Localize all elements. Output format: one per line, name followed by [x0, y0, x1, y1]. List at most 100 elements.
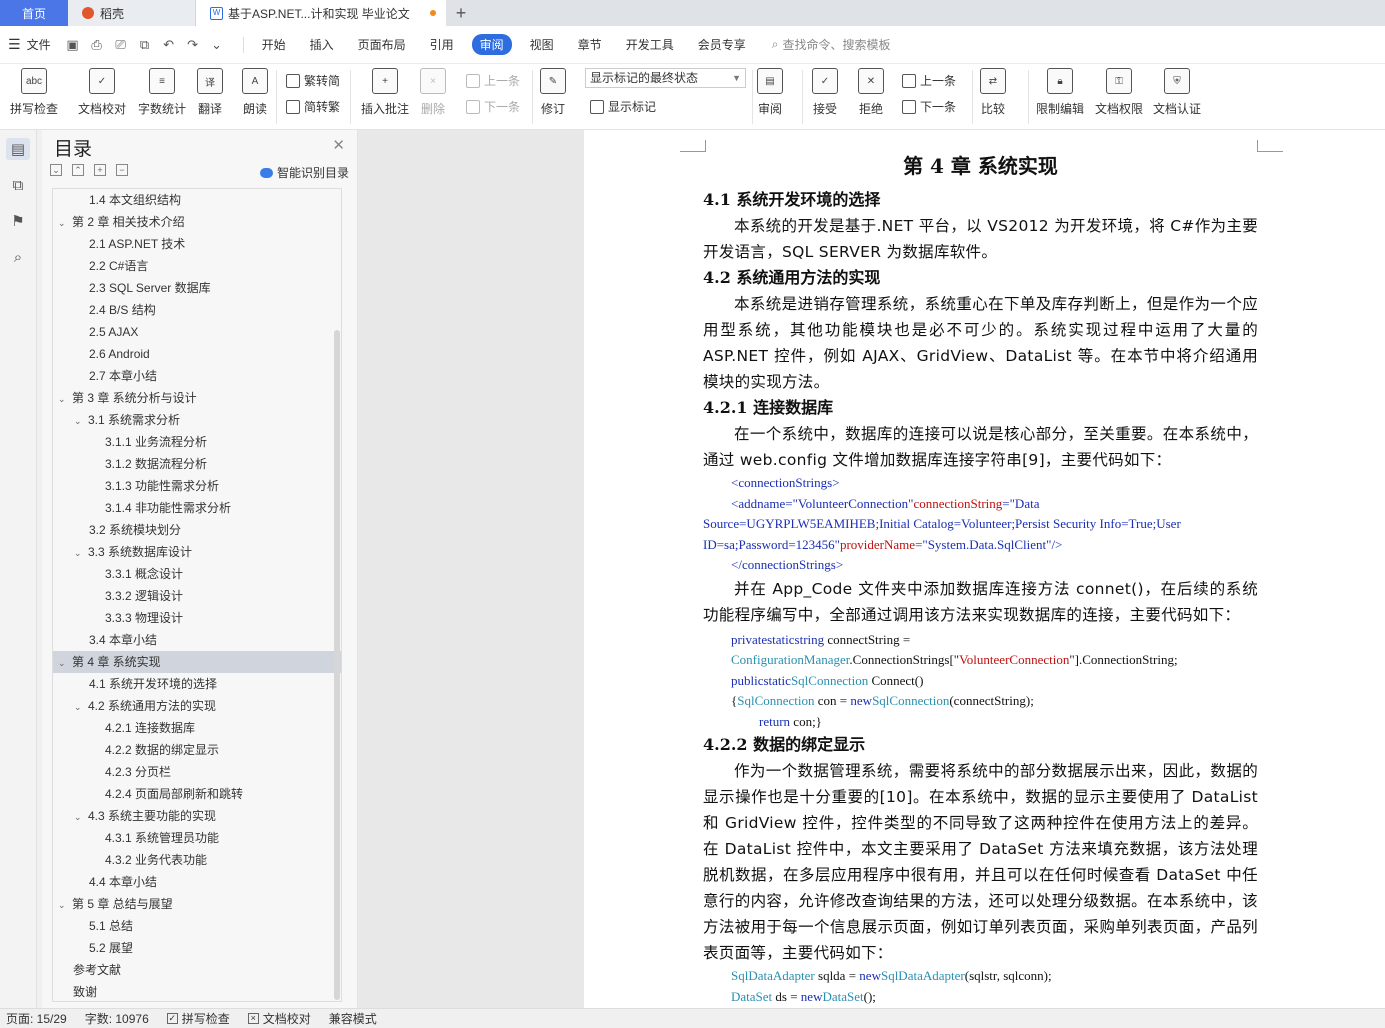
chevron-down-icon[interactable]: ⌄	[74, 806, 88, 828]
next-comment-button[interactable]: 下一条	[466, 98, 520, 115]
status-spell-check[interactable]: ✓ 拼写检查	[166, 1010, 230, 1027]
collapse-all-icon[interactable]: ⌃	[72, 164, 84, 176]
toc-item[interactable]: 3.1.3 功能性需求分析	[53, 475, 341, 497]
toc-item[interactable]: 3.3.1 概念设计	[53, 563, 341, 585]
chevron-down-icon[interactable]: ⌄	[58, 212, 72, 234]
status-doc-proof[interactable]: × 文档校对	[247, 1010, 311, 1027]
chevron-down-icon[interactable]: ⌄	[58, 894, 72, 916]
command-search[interactable]: ⌕ 查找命令、搜索模板	[772, 36, 891, 53]
spell-check-button[interactable]: abc 拼写检查	[10, 68, 58, 117]
search-icon[interactable]: ⌕	[6, 246, 30, 268]
simp-to-trad-button[interactable]: 简转繁	[286, 98, 340, 115]
toc-item[interactable]: 2.2 C#语言	[53, 255, 341, 277]
next-change-button[interactable]: 下一条	[902, 98, 956, 115]
add-heading-icon[interactable]: +	[94, 164, 106, 176]
toc-icon[interactable]: ▤	[6, 138, 30, 160]
menu-references[interactable]: 引用	[430, 36, 454, 53]
toc-item[interactable]: 致谢	[53, 981, 341, 1001]
toc-item[interactable]: 4.2.2 数据的绑定显示	[53, 739, 341, 761]
toc-item[interactable]: 3.1.4 非功能性需求分析	[53, 497, 341, 519]
doc-permission-button[interactable]: ⚿ 文档权限	[1095, 68, 1143, 117]
chevron-down-icon[interactable]: ⌄	[58, 652, 72, 674]
toc-item[interactable]: 1.4 本文组织结构	[53, 189, 341, 211]
tab-document[interactable]: W 基于ASP.NET...计和实现 毕业论文	[196, 0, 446, 26]
file-menu[interactable]: ☰ 文件	[8, 36, 51, 53]
markup-state-select[interactable]: 显示标记的最终状态 ▼	[585, 68, 746, 88]
doc-cert-button[interactable]: ⛨ 文档认证	[1153, 68, 1201, 117]
toc-item[interactable]: 2.1 ASP.NET 技术	[53, 233, 341, 255]
document-body[interactable]: 第 4 章 系统实现 4.1 系统开发环境的选择 本系统的开发是基于.NET 平…	[703, 148, 1258, 1007]
word-count-indicator[interactable]: 字数: 10976	[85, 1010, 149, 1027]
toc-item[interactable]: 参考文献	[53, 959, 341, 981]
tab-home[interactable]: 首页	[0, 0, 68, 26]
track-changes-button[interactable]: ✎ 修订	[540, 68, 566, 117]
toc-item[interactable]: ⌄ 第 3 章 系统分析与设计	[53, 387, 341, 409]
doc-proof-button[interactable]: ✓ 文档校对	[78, 68, 126, 117]
toc-item[interactable]: ⌄ 第 2 章 相关技术介绍	[53, 211, 341, 233]
toc-item[interactable]: ⌄ 第 4 章 系统实现	[53, 651, 341, 673]
menu-insert[interactable]: 插入	[310, 36, 334, 53]
toc-item[interactable]: 2.4 B/S 结构	[53, 299, 341, 321]
print-icon[interactable]: ⎚	[113, 37, 129, 53]
toc-item[interactable]: 5.1 总结	[53, 915, 341, 937]
document-page[interactable]: 第 4 章 系统实现 4.1 系统开发环境的选择 本系统的开发是基于.NET 平…	[584, 130, 1385, 1008]
redo-icon[interactable]: ↷	[185, 37, 201, 53]
toc-item[interactable]: 2.3 SQL Server 数据库	[53, 277, 341, 299]
save-icon[interactable]: ▣	[65, 37, 81, 53]
chevron-down-icon[interactable]: ⌄	[58, 388, 72, 410]
review-pane-button[interactable]: ▤ 审阅	[757, 68, 783, 117]
preview-icon[interactable]: ⧉	[137, 37, 153, 53]
restrict-editing-button[interactable]: 🔒︎ 限制编辑	[1036, 68, 1084, 117]
new-tab-button[interactable]: +	[446, 0, 476, 26]
show-markup-button[interactable]: 显示标记	[590, 98, 656, 115]
toc-item[interactable]: 4.3.1 系统管理员功能	[53, 827, 341, 849]
trad-to-simp-button[interactable]: 繁转简	[286, 72, 340, 89]
toc-item[interactable]: 4.1 系统开发环境的选择	[53, 673, 341, 695]
toc-item[interactable]: 5.2 展望	[53, 937, 341, 959]
smart-toc-button[interactable]: 智能识别目录	[259, 164, 349, 181]
toc-item[interactable]: 4.4 本章小结	[53, 871, 341, 893]
accept-button[interactable]: ✓ 接受	[812, 68, 838, 117]
menu-section[interactable]: 章节	[578, 36, 602, 53]
toc-item[interactable]: ⌄ 3.3 系统数据库设计	[53, 541, 341, 563]
prev-change-button[interactable]: 上一条	[902, 72, 956, 89]
toc-item[interactable]: 2.5 AJAX	[53, 321, 341, 343]
word-count-button[interactable]: ≡ 字数统计	[138, 68, 186, 117]
chevron-down-icon[interactable]: ⌄	[74, 542, 88, 564]
undo-icon[interactable]: ↶	[161, 37, 177, 53]
menu-review[interactable]: 审阅	[471, 34, 512, 55]
print-preview-icon[interactable]: ⎙	[89, 37, 105, 53]
close-icon[interactable]: ✕	[332, 136, 345, 154]
page-indicator[interactable]: 页面: 15/29	[6, 1010, 67, 1027]
toc-item[interactable]: 3.1.2 数据流程分析	[53, 453, 341, 475]
toc-item[interactable]: ⌄ 4.3 系统主要功能的实现	[53, 805, 341, 827]
toc-item[interactable]: 3.3.2 逻辑设计	[53, 585, 341, 607]
toc-item[interactable]: ⌄ 第 5 章 总结与展望	[53, 893, 341, 915]
menu-member[interactable]: 会员专享	[698, 36, 746, 53]
insert-comment-button[interactable]: + 插入批注	[361, 68, 409, 117]
toc-item[interactable]: 3.3.3 物理设计	[53, 607, 341, 629]
toc-item[interactable]: ⌄ 3.1 系统需求分析	[53, 409, 341, 431]
read-aloud-button[interactable]: A 朗读	[242, 68, 268, 117]
toc-item[interactable]: 3.4 本章小结	[53, 629, 341, 651]
prev-comment-button[interactable]: 上一条	[466, 72, 520, 89]
toc-item[interactable]: ⌄ 4.2 系统通用方法的实现	[53, 695, 341, 717]
chevron-down-icon[interactable]: ⌄	[74, 410, 88, 432]
bookmark-icon[interactable]: ⚑	[6, 210, 30, 232]
menu-start[interactable]: 开始	[262, 36, 286, 53]
reject-button[interactable]: ✕ 拒绝	[858, 68, 884, 117]
toc-item[interactable]: 3.2 系统模块划分	[53, 519, 341, 541]
toc-item[interactable]: 4.2.4 页面局部刷新和跳转	[53, 783, 341, 805]
chevron-down-icon[interactable]: ⌄	[74, 696, 88, 718]
toc-item[interactable]: 4.2.1 连接数据库	[53, 717, 341, 739]
toc-item[interactable]: 4.2.3 分页栏	[53, 761, 341, 783]
more-icon[interactable]: ⌄	[209, 37, 225, 53]
remove-heading-icon[interactable]: −	[116, 164, 128, 176]
menu-developer[interactable]: 开发工具	[626, 36, 674, 53]
compare-button[interactable]: ⇄ 比较	[980, 68, 1006, 117]
toc-scrollbar[interactable]	[334, 330, 340, 1000]
toc-item[interactable]: 2.6 Android	[53, 343, 341, 365]
toc-item[interactable]: 2.7 本章小结	[53, 365, 341, 387]
expand-all-icon[interactable]: ⌄	[50, 164, 62, 176]
toc-item[interactable]: 4.3.2 业务代表功能	[53, 849, 341, 871]
